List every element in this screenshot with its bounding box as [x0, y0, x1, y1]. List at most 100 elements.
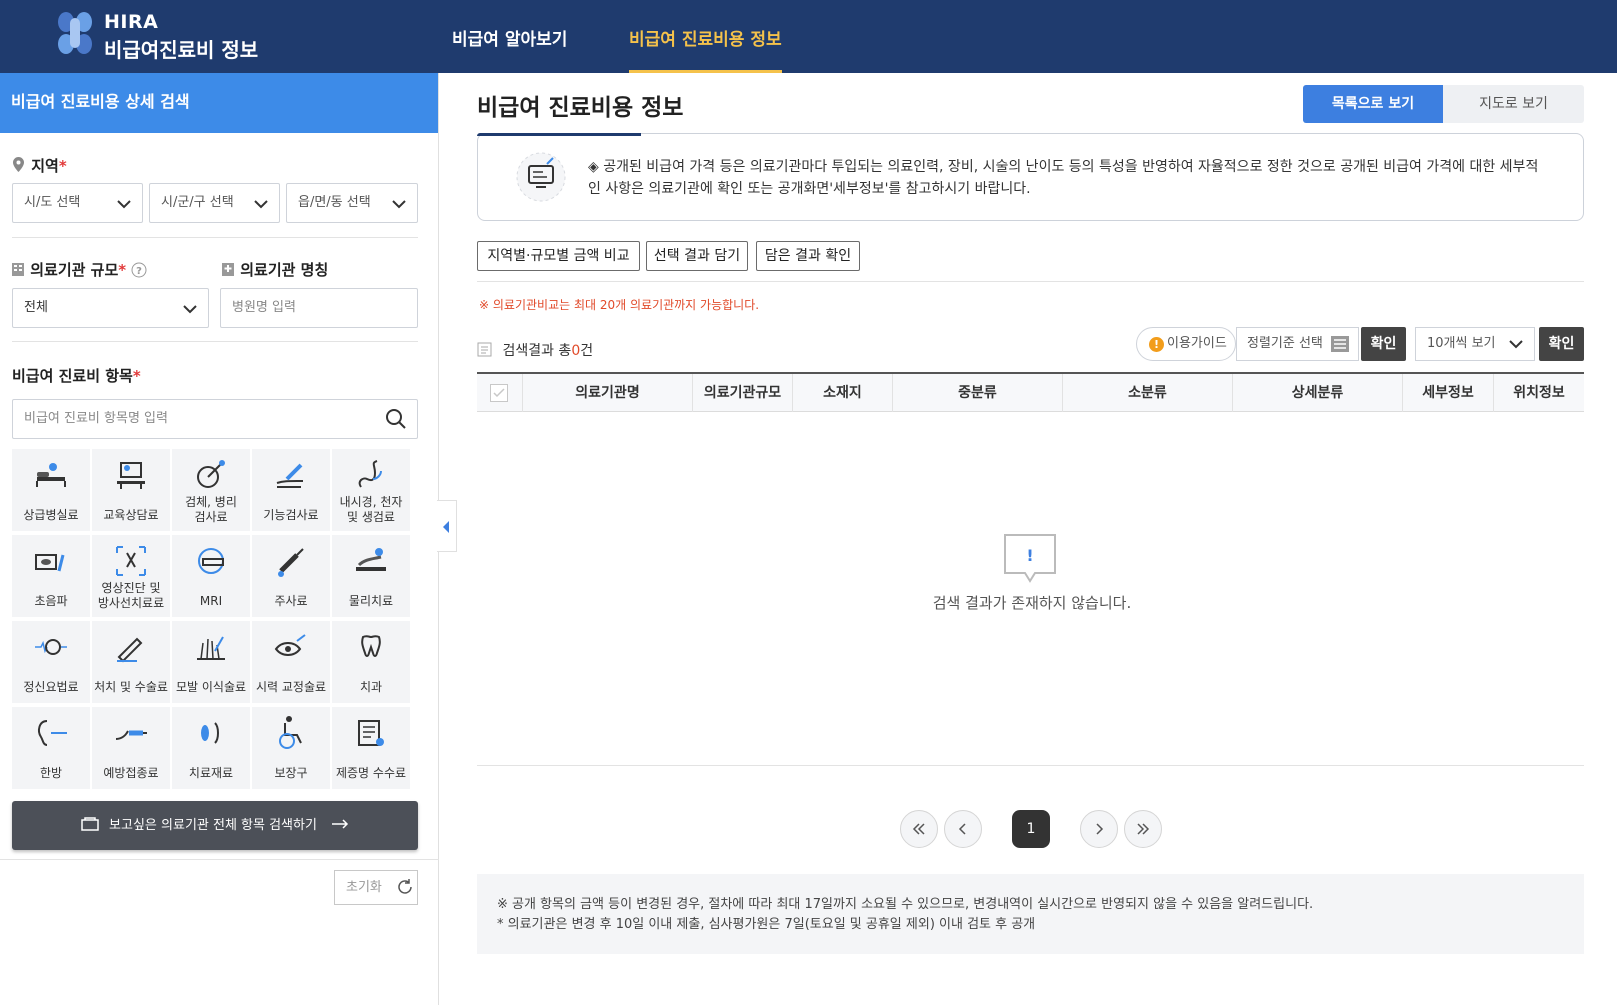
category-material[interactable]: 치료재료	[172, 707, 250, 789]
col-location-info[interactable]: 위치정보	[1493, 374, 1584, 412]
select-all-checkbox[interactable]	[490, 384, 508, 402]
svg-text:?: ?	[136, 266, 142, 277]
sigungu-select[interactable]: 시/군/구 선택	[149, 183, 280, 223]
scale-select-value: 전체	[24, 300, 48, 315]
monitor-icon	[516, 152, 566, 202]
category-endoscope[interactable]: 내시경, 천자 및 생검료	[332, 449, 410, 531]
nav-item-about[interactable]: 비급여 알아보기	[452, 0, 567, 73]
category-label: 치료재료	[172, 766, 250, 781]
chevron-left-icon	[958, 823, 966, 835]
reset-label: 초기화	[346, 880, 382, 895]
location-pin-icon	[13, 157, 24, 172]
scale-select[interactable]: 전체	[12, 288, 209, 328]
compare-by-region-button[interactable]: 지역별·규모별 금액 비교	[477, 241, 640, 271]
col-sub-category[interactable]: 소분류	[1062, 374, 1232, 412]
xray-icon	[116, 546, 146, 576]
item-search-input[interactable]: 비급여 진료비 항목명 입력	[12, 399, 418, 439]
logo-title: 비급여진료비 정보	[104, 38, 259, 62]
nav-item-cost-info[interactable]: 비급여 진료비용 정보	[629, 0, 782, 73]
refresh-icon	[398, 879, 412, 894]
help-icon[interactable]: ?	[131, 262, 147, 278]
result-count-suffix: 건	[580, 343, 594, 359]
category-hair-transplant[interactable]: 모발 이식술료	[172, 621, 250, 703]
list-view-button[interactable]: 목록으로 보기	[1303, 85, 1443, 123]
col-hospital-name[interactable]: 의료기관명	[522, 374, 692, 412]
reset-button[interactable]: 초기화	[334, 870, 418, 905]
list-icon	[1331, 336, 1349, 352]
double-chevron-right-icon	[1137, 823, 1150, 835]
category-physical-therapy[interactable]: 물리치료	[332, 535, 410, 617]
divider	[477, 765, 1584, 766]
category-assistive-device[interactable]: 보장구	[252, 707, 330, 789]
search-icon[interactable]	[385, 408, 407, 430]
last-page-button[interactable]	[1124, 810, 1162, 848]
hospital-cross-icon	[222, 263, 234, 276]
next-page-button[interactable]	[1080, 810, 1118, 848]
view-saved-button[interactable]: 담은 결과 확인	[756, 241, 860, 271]
category-vision[interactable]: 시력 교정술료	[252, 621, 330, 703]
category-label: 주사료	[252, 594, 330, 609]
material-icon	[201, 722, 219, 744]
category-label: 초음파	[12, 594, 90, 609]
category-mri[interactable]: MRI	[172, 535, 250, 617]
prev-page-button[interactable]	[944, 810, 982, 848]
col-detail-info[interactable]: 세부정보	[1402, 374, 1493, 412]
category-imaging[interactable]: 영상진단 및 방사선치료료	[92, 535, 170, 617]
category-room-fee[interactable]: 상급병실료	[12, 449, 90, 531]
category-certificate[interactable]: 제증명 수수료	[332, 707, 410, 789]
sort-select[interactable]: 정렬기준 선택	[1236, 327, 1359, 361]
result-count-prefix: 검색결과 총	[502, 343, 572, 359]
chevron-down-icon	[392, 200, 406, 209]
category-ultrasound[interactable]: 초음파	[12, 535, 90, 617]
col-mid-category[interactable]: 중분류	[892, 374, 1062, 412]
page-size-confirm-button[interactable]: 확인	[1539, 327, 1584, 361]
category-surgery[interactable]: 처치 및 수술료	[92, 621, 170, 703]
col-hospital-scale[interactable]: 의료기관규모	[692, 374, 792, 412]
category-function-test[interactable]: 기능검사료	[252, 449, 330, 531]
map-view-button[interactable]: 지도로 보기	[1443, 85, 1584, 123]
category-label-line1: 영상진단 및	[101, 581, 161, 595]
double-chevron-left-icon	[912, 823, 925, 835]
sort-confirm-button[interactable]: 확인	[1361, 327, 1406, 361]
page-number-current[interactable]: 1	[1012, 810, 1050, 848]
hira-logo[interactable]: HIRA 비급여진료비 정보	[56, 10, 276, 62]
category-injection[interactable]: 주사료	[252, 535, 330, 617]
results-table-header: 의료기관명 의료기관규모 소재지 중분류 소분류 상세분류 세부정보 위치정보	[477, 372, 1584, 412]
category-label: 교육상담료	[92, 508, 170, 523]
save-selection-button[interactable]: 선택 결과 담기	[646, 241, 748, 271]
page-title: 비급여 진료비용 정보	[477, 95, 684, 121]
usage-guide-button[interactable]: ! 이용가이드	[1136, 327, 1236, 361]
notice-box: ◈ 공개된 비급여 가격 등은 의료기관마다 투입되는 의료인력, 장비, 시술…	[477, 133, 1584, 221]
chevron-down-icon	[117, 200, 131, 209]
category-vaccination[interactable]: 예방접종료	[92, 707, 170, 789]
sido-select[interactable]: 시/도 선택	[12, 183, 143, 223]
first-page-button[interactable]	[900, 810, 938, 848]
sidebar-title: 비급여 진료비용 상세 검색	[0, 73, 438, 133]
search-all-items-button[interactable]: 보고싶은 의료기관 전체 항목 검색하기	[12, 801, 418, 850]
category-label-line1: 한방	[39, 766, 63, 780]
col-detail-category[interactable]: 상세분류	[1232, 374, 1402, 412]
page-size-select[interactable]: 10개씩 보기	[1415, 327, 1535, 361]
logo-brand: HIRA	[104, 11, 159, 33]
category-education[interactable]: 교육상담료	[92, 449, 170, 531]
sidebar-collapse-toggle[interactable]	[437, 500, 457, 552]
empty-message: 검색 결과가 존재하지 않습니다.	[932, 594, 1132, 612]
items-label-text: 비급여 진료비 항목	[12, 367, 133, 385]
consult-icon	[117, 462, 145, 489]
category-psychiatric[interactable]: 정신요법료	[12, 621, 90, 703]
footnote-box: ※ 공개 항목의 금액 등이 변경된 경우, 절차에 따라 최대 17일까지 소…	[477, 874, 1584, 954]
category-dental[interactable]: 치과	[332, 621, 410, 703]
category-specimen[interactable]: 검체, 병리 검사료	[172, 449, 250, 531]
divider	[477, 281, 1584, 282]
category-label-line1: 정신요법료	[23, 680, 79, 694]
eye-icon	[274, 634, 306, 656]
function-test-icon	[276, 463, 303, 488]
col-location[interactable]: 소재지	[792, 374, 892, 412]
category-label-line1: 시력 교정술료	[255, 680, 327, 694]
category-oriental[interactable]: 한방	[12, 707, 90, 789]
hospital-name-label: 의료기관 명칭	[221, 259, 328, 280]
eupmyeondong-select[interactable]: 읍/면/동 선택	[286, 183, 418, 223]
hospital-name-input[interactable]: 병원명 입력	[220, 288, 418, 328]
category-label: 한방	[12, 766, 90, 781]
category-label-line1: 모발 이식술료	[175, 680, 247, 694]
